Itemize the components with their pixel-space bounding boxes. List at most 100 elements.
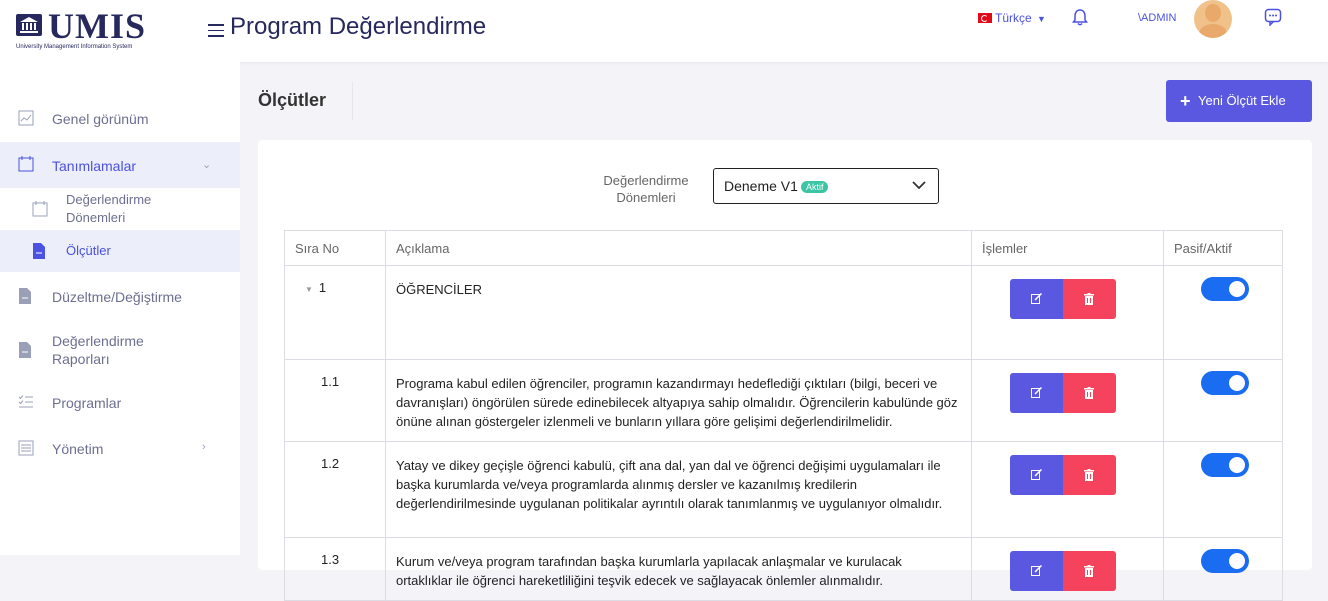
sidebar-item-label: Yönetim — [52, 441, 104, 457]
logo-subtitle: University Management Information System — [16, 44, 133, 50]
user-name[interactable]: \ADMIN — [1138, 10, 1177, 26]
add-criterion-button[interactable]: + Yeni Ölçüt Ekle — [1166, 80, 1312, 122]
document-icon — [19, 288, 31, 304]
menu-toggle-icon[interactable] — [208, 24, 224, 38]
column-header-description[interactable]: Açıklama — [385, 230, 972, 266]
trash-icon — [1084, 293, 1094, 305]
plus-icon: + — [1180, 91, 1191, 111]
sidebar-item-label: Düzeltme/Değiştirme — [52, 289, 182, 305]
row-actions — [971, 265, 1164, 360]
language-label: Türkçe — [995, 11, 1032, 25]
selected-period: Deneme V1 — [724, 178, 798, 194]
sidebar-item-label: Ölçütler — [66, 243, 111, 258]
delete-button[interactable] — [1063, 551, 1116, 591]
edit-button[interactable] — [1010, 455, 1063, 495]
sidebar-item-label: Genel görünüm — [52, 111, 149, 127]
top-header: UMIS University Management Information S… — [0, 0, 1328, 62]
sidebar-item-corrections[interactable]: Düzeltme/Değiştirme — [0, 274, 240, 318]
edit-icon — [1031, 469, 1042, 480]
active-toggle[interactable] — [1201, 371, 1249, 395]
row-number: 1.1 — [284, 359, 386, 442]
sidebar-item-evaluation-periods[interactable]: Değerlendirme Dönemleri — [0, 188, 240, 230]
edit-icon — [1031, 565, 1042, 576]
row-description: Yatay ve dikey geçişle öğrenci kabulü, ç… — [385, 441, 972, 538]
chevron-right-icon: › — [202, 441, 206, 453]
edit-button[interactable] — [1010, 279, 1063, 319]
avatar[interactable] — [1194, 0, 1232, 38]
column-header-actions: İşlemler — [971, 230, 1164, 266]
status-badge: Aktif — [800, 181, 829, 193]
add-button-label: Yeni Ölçüt Ekle — [1198, 93, 1286, 108]
trash-icon — [1084, 469, 1094, 481]
sidebar-item-label: Tanımlamalar — [52, 158, 137, 174]
sidebar-item-label: Programlar — [52, 395, 122, 411]
sidebar-item-programs[interactable]: Programlar — [0, 384, 240, 424]
table-row: ▼ 1 ÖĞRENCİLER — [284, 265, 1283, 360]
delete-button[interactable] — [1063, 279, 1116, 319]
row-actions — [971, 441, 1164, 538]
sidebar-item-definitions[interactable]: Tanımlamalar ⌄ — [0, 142, 240, 188]
row-description: ÖĞRENCİLER — [385, 265, 972, 360]
checklist-icon — [18, 395, 33, 408]
sidebar-item-label: Değerlendirme Dönemleri — [66, 192, 152, 225]
document-icon — [33, 243, 45, 259]
page-title: Ölçütler — [258, 90, 327, 110]
university-building-icon — [16, 14, 42, 36]
calendar-icon — [18, 156, 34, 172]
table-row: 1.1 Programa kabul edilen öğrenciler, pr… — [284, 359, 1283, 442]
language-selector[interactable]: Türkçe ▼ — [978, 10, 1046, 27]
collapse-caret-icon[interactable]: ▼ — [305, 285, 313, 294]
delete-button[interactable] — [1063, 373, 1116, 413]
table-row: 1.2 Yatay ve dikey geçişle öğrenci kabul… — [284, 441, 1283, 538]
row-number: 1.3 — [284, 537, 386, 601]
edit-button[interactable] — [1010, 373, 1063, 413]
chevron-down-icon: ⌄ — [202, 159, 212, 171]
active-toggle[interactable] — [1201, 453, 1249, 477]
sidebar-item-label: Değerlendirme Raporları — [52, 333, 144, 367]
chevron-down-icon: ▼ — [1037, 14, 1046, 24]
chat-icon[interactable] — [1264, 8, 1282, 31]
column-header-status: Pasif/Aktif — [1163, 230, 1283, 266]
trash-icon — [1084, 387, 1094, 399]
row-description: Kurum ve/veya program tarafından başka k… — [385, 537, 972, 601]
period-select-value: Deneme V1 Aktif — [724, 178, 829, 194]
settings-panel-icon — [18, 440, 34, 456]
table-header-row: Sıra No Açıklama İşlemler Pasif/Aktif — [284, 230, 1283, 266]
app-title: Program Değerlendirme — [230, 13, 487, 40]
umis-logo[interactable]: UMIS University Management Information S… — [14, 6, 214, 54]
chevron-down-icon — [912, 181, 926, 190]
bell-icon[interactable] — [1072, 8, 1088, 31]
delete-button[interactable] — [1063, 455, 1116, 495]
period-select[interactable]: Deneme V1 Aktif — [713, 168, 939, 204]
row-actions — [971, 359, 1164, 442]
column-header-order[interactable]: Sıra No — [284, 230, 386, 266]
row-status — [1163, 359, 1283, 442]
row-actions — [971, 537, 1164, 601]
edit-button[interactable] — [1010, 551, 1063, 591]
period-filter-label: Değerlendirme Dönemleri — [603, 173, 689, 205]
calendar-icon — [32, 201, 48, 217]
row-number: 1.2 — [284, 441, 386, 538]
row-number: 1 — [318, 280, 327, 295]
document-icon — [19, 342, 31, 358]
row-description: Programa kabul edilen öğrenciler, progra… — [385, 359, 972, 442]
sidebar-item-overview[interactable]: Genel görünüm — [0, 94, 240, 142]
row-status — [1163, 537, 1283, 601]
sidebar-item-reports[interactable]: Değerlendirme Raporları — [0, 324, 240, 378]
title-divider — [352, 82, 353, 120]
edit-icon — [1031, 387, 1042, 398]
row-status — [1163, 265, 1283, 360]
row-number-cell: ▼ 1 — [284, 265, 386, 360]
turkey-flag-icon — [978, 13, 992, 23]
sidebar-item-criteria[interactable]: Ölçütler — [0, 230, 240, 272]
sidebar: Genel görünüm Tanımlamalar ⌄ Değerlendir… — [0, 62, 240, 555]
active-toggle[interactable] — [1201, 277, 1249, 301]
table-row: 1.3 Kurum ve/veya program tarafından baş… — [284, 537, 1283, 601]
row-status — [1163, 441, 1283, 538]
trash-icon — [1084, 565, 1094, 577]
active-toggle[interactable] — [1201, 549, 1249, 573]
edit-icon — [1031, 293, 1042, 304]
logo-text: UMIS — [48, 6, 147, 46]
chart-icon — [18, 110, 34, 126]
sidebar-item-management[interactable]: Yönetim › — [0, 428, 240, 468]
